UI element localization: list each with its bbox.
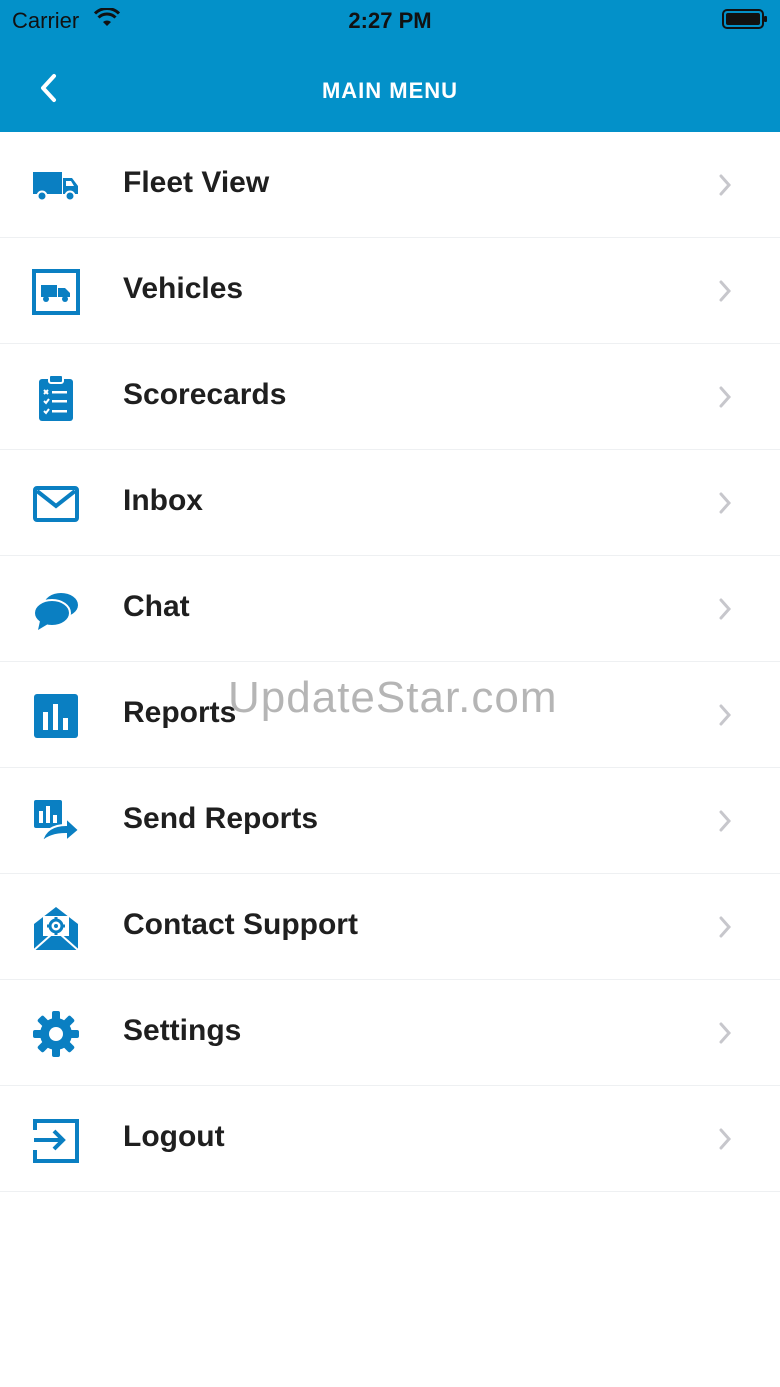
menu-item-chat[interactable]: Chat	[0, 556, 780, 662]
menu-item-vehicles[interactable]: Vehicles	[0, 238, 780, 344]
page-title: MAIN MENU	[321, 78, 459, 103]
menu-item-contact-support[interactable]: Contact Support	[0, 874, 780, 980]
watermark-text: UpdateStar.com	[228, 673, 558, 722]
chevron-right-icon	[716, 278, 734, 304]
menu-item-label: Reports	[123, 696, 237, 729]
chevron-right-icon	[716, 1020, 734, 1046]
menu-item-label: Scorecards	[123, 378, 287, 411]
status-time: 2:27 PM	[348, 8, 432, 33]
truck-icon	[32, 162, 80, 210]
bar-chart-icon	[32, 692, 80, 740]
menu-item-label: Fleet View	[123, 166, 270, 199]
menu-item-label: Contact Support	[123, 908, 358, 941]
chevron-right-icon	[716, 1126, 734, 1152]
menu-item-fleet-view[interactable]: Fleet View	[0, 132, 780, 238]
main-menu-list: Fleet View Vehicles Scorecards Inbox Cha…	[0, 132, 780, 1192]
navigation-bar: MAIN MENU	[0, 40, 780, 132]
status-bar: Carrier 2:27 PM	[0, 0, 780, 40]
menu-item-label: Logout	[123, 1120, 225, 1153]
clipboard-checklist-icon	[32, 374, 80, 422]
chevron-right-icon	[716, 172, 734, 198]
support-envelope-gear-icon	[32, 904, 80, 952]
chevron-right-icon	[716, 808, 734, 834]
chevron-right-icon	[716, 490, 734, 516]
send-report-icon	[32, 798, 81, 846]
menu-item-scorecards[interactable]: Scorecards	[0, 344, 780, 450]
chevron-right-icon	[716, 702, 734, 728]
envelope-icon	[32, 480, 80, 528]
menu-item-send-reports[interactable]: Send Reports	[0, 768, 780, 874]
chevron-right-icon	[716, 596, 734, 622]
logout-icon	[32, 1116, 80, 1164]
menu-item-label: Chat	[123, 590, 190, 623]
menu-item-settings[interactable]: Settings	[0, 980, 780, 1086]
battery-icon	[722, 8, 768, 36]
chevron-right-icon	[716, 914, 734, 940]
menu-item-inbox[interactable]: Inbox	[0, 450, 780, 556]
menu-item-label: Inbox	[123, 484, 203, 517]
chevron-right-icon	[716, 384, 734, 410]
chat-bubbles-icon	[32, 586, 80, 634]
gear-icon	[32, 1010, 80, 1058]
vehicle-box-icon	[32, 268, 80, 316]
menu-item-logout[interactable]: Logout	[0, 1086, 780, 1192]
menu-item-label: Vehicles	[123, 272, 244, 305]
menu-item-label: Send Reports	[123, 802, 319, 835]
menu-item-label: Settings	[123, 1014, 242, 1047]
